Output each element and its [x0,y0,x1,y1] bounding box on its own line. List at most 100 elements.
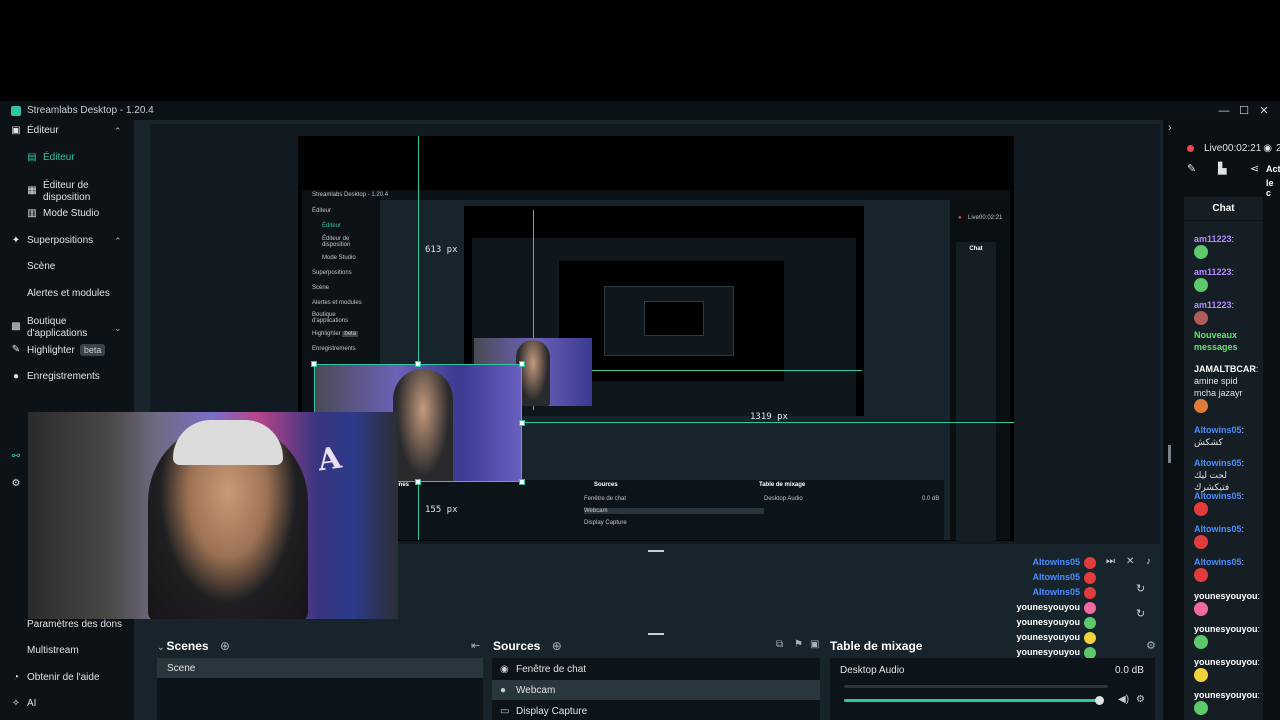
source-item[interactable]: ▭ Display Capture [492,701,820,720]
chat-username[interactable]: Altowins05 [1194,458,1242,468]
resize-divider[interactable] [648,550,664,552]
chat-username[interactable]: younesyouyou [1194,591,1258,601]
guide-line-horizontal-2 [592,370,862,371]
resize-handle[interactable] [519,361,525,367]
guide-label-right: 1319 px [750,412,788,422]
resize-handle[interactable] [415,479,421,485]
activity-label[interactable]: Act [1266,164,1280,174]
emote-icon [1194,602,1208,616]
chat-message: younesyouyou: [1194,590,1262,616]
resize-handle[interactable] [311,361,317,367]
chat-text: : [1257,657,1261,667]
emote-icon [1084,617,1096,629]
emote-icon [1194,535,1208,549]
collapse-icon[interactable]: ⇤ [471,639,480,652]
mixer-db: 0.0 dB [1115,664,1144,676]
emote-icon [1194,701,1208,715]
mute-mic-icon[interactable]: ✕ [1126,556,1134,567]
mixer-channel-label: Desktop Audio [840,664,905,676]
chevron-down-icon[interactable]: ⌄ [157,642,165,652]
refresh-icon[interactable]: ↻ [1136,607,1145,620]
beta-badge: beta [79,343,106,356]
audio-settings-icon[interactable]: ⚙ [1136,694,1145,705]
volume-icon[interactable]: ♪ [1146,556,1151,567]
minimize-icon[interactable]: — [1214,101,1234,120]
chat-message: am11223: [1194,266,1262,292]
emote-icon [1084,602,1096,614]
webcam-icon: ● [500,684,507,696]
chat-username[interactable]: younesyouyou [1194,690,1258,700]
puzzle-icon: ⚙ [11,478,21,489]
emote-icon [1084,632,1096,644]
scene-item[interactable]: Scene [157,658,483,678]
overlay-chat-line: Altowins05 [1032,557,1080,567]
chat-username[interactable]: Altowins05 [1194,491,1242,501]
chat-message: younesyouyou: [1194,623,1262,649]
overlay-chat-line: Altowins05 [1032,572,1080,582]
guide-label-top: 613 px [425,245,458,255]
chat-username[interactable]: younesyouyou [1194,657,1258,667]
chevron-up-icon: ⌃ [114,236,122,246]
webcam-source-main[interactable]: A [28,412,398,619]
add-scene-icon[interactable]: ⊕ [220,639,230,653]
chat-username[interactable]: am11223 [1194,267,1232,277]
store-icon[interactable]: ▙ [1218,162,1226,175]
chat-username[interactable]: am11223 [1194,300,1232,310]
source-item[interactable]: ◉ Fenêtre de chat [492,659,820,679]
emote-icon [1194,399,1208,413]
next-icon[interactable]: ⏭ [1106,556,1115,567]
chat-username[interactable]: am11223 [1194,234,1232,244]
resize-handle[interactable] [415,361,421,367]
chat-username[interactable]: JAMALTBCAR [1194,364,1256,374]
chat-text: : [1231,267,1235,277]
resize-handle[interactable] [519,479,525,485]
edit-icon[interactable]: ✎ [1187,162,1196,175]
share-icon[interactable]: ⋖ [1250,162,1259,175]
speaker-icon[interactable]: ◀) [1118,694,1129,705]
overlay-chat-line: younesyouyou [1016,632,1080,642]
overlay-chat-line: younesyouyou [1016,617,1080,627]
emote-icon [1084,572,1096,584]
resize-divider[interactable] [648,633,664,635]
overlay-chat-line: Altowins05 [1032,587,1080,597]
chat-text: : [1257,690,1261,700]
chat-username[interactable]: Altowins05 [1194,524,1242,534]
source-props-icon[interactable]: ▣ [810,639,819,650]
close-icon[interactable]: ✕ [1254,101,1274,120]
folder-icon[interactable]: ⧉ [776,639,783,650]
chat-message: Altowins05: [1194,490,1262,516]
guide-label-bottom: 155 px [425,505,458,515]
source-item[interactable]: ● Webcam [492,680,820,700]
graffiti-image: A [315,440,344,479]
chat-scrollbar[interactable] [1168,445,1171,463]
title-bar: Streamlabs Desktop - 1.20.4 — ☐ ✕ [0,101,1280,120]
black-margin [0,0,1280,101]
chat-username[interactable]: younesyouyou [1194,624,1258,634]
chat-panel: Chat am11223: am11223: am11223: Nouveaux me… [1184,197,1263,720]
resize-handle[interactable] [519,420,525,426]
nested-docks: Scenes Sources Table de mixage Fenêtre d… [384,480,944,540]
chat-username[interactable]: Altowins05 [1194,425,1242,435]
emote-icon [1194,635,1208,649]
guide-line-horizontal [522,422,1014,423]
mixer-settings-icon[interactable]: ⚙ [1146,639,1156,652]
chevron-right-icon[interactable]: › [1168,122,1172,134]
activity-label-2: le c [1266,178,1274,198]
highlighter-icon: ✎ [11,344,21,355]
scenes-title: ⌄ Scenes ⊕ [157,639,230,653]
chat-username[interactable]: Altowins05 [1194,557,1242,567]
add-source-icon[interactable]: ⊕ [552,639,562,653]
maximize-icon[interactable]: ☐ [1234,101,1254,120]
chat-username[interactable]: Nouveaux messages [1194,330,1238,352]
chat-text: : [1241,524,1245,534]
volume-slider-knob[interactable] [1094,696,1104,705]
emote-icon [1084,557,1096,569]
chat-message: younesyouyou: [1194,689,1262,715]
chat-message: Altowins05: لحت ليك فتيكشرك [1194,457,1262,493]
chat-text: : [1231,234,1235,244]
filter-icon[interactable]: ⚑ [794,639,803,650]
refresh-icon[interactable]: ↻ [1136,582,1145,595]
emote-icon [1084,587,1096,599]
level-meter [844,685,1108,688]
store-icon: ▩ [11,321,21,332]
